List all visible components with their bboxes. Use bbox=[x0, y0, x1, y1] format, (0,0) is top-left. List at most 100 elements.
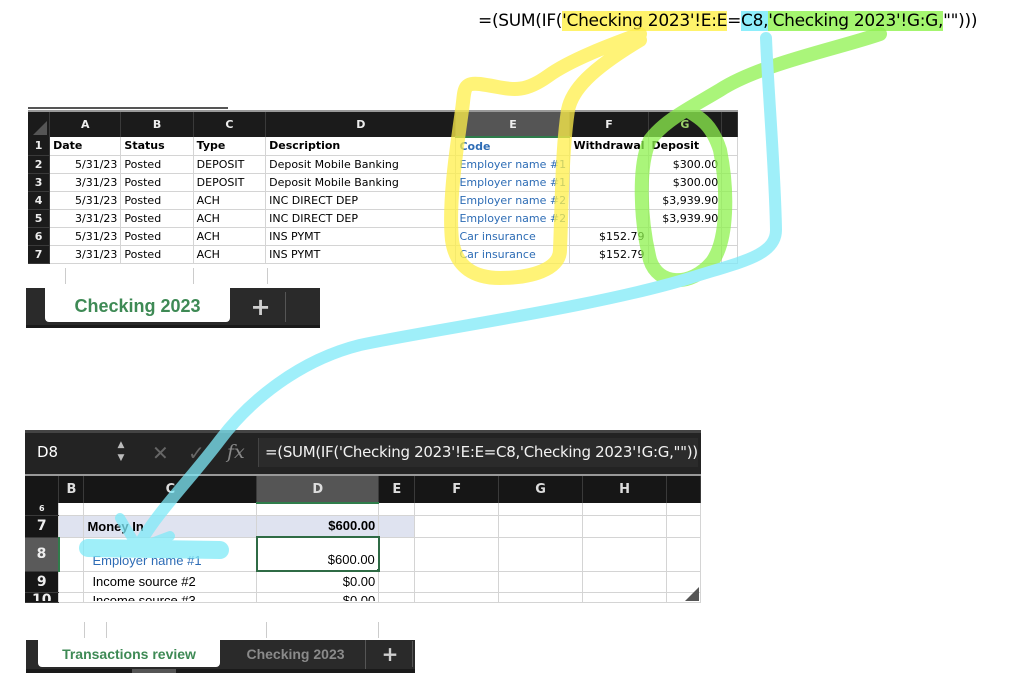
cell-header-type[interactable]: Type bbox=[193, 137, 267, 156]
cell-deposit[interactable] bbox=[648, 245, 723, 264]
cell-money-in-label[interactable]: Money In bbox=[83, 515, 258, 538]
cell-date[interactable]: 5/31/23 bbox=[49, 155, 122, 174]
cell-status[interactable]: Posted bbox=[120, 191, 194, 210]
row-header[interactable]: 9 bbox=[25, 571, 60, 593]
row-header[interactable]: 8 bbox=[25, 537, 60, 572]
column-header-c[interactable]: C bbox=[193, 110, 267, 137]
cell-money-in-total[interactable]: $600.00 bbox=[256, 515, 380, 538]
cell-income-source[interactable]: Income source #2 bbox=[83, 571, 258, 593]
cell-income-value[interactable]: $0.00 bbox=[256, 571, 380, 593]
column-header-g[interactable]: G bbox=[498, 474, 584, 503]
column-header-d[interactable]: D bbox=[265, 110, 457, 137]
cell-status[interactable]: Posted bbox=[120, 173, 194, 192]
column-header-e[interactable]: E bbox=[378, 474, 416, 503]
cell-deposit[interactable]: $300.00 bbox=[648, 173, 723, 192]
cell[interactable] bbox=[721, 209, 738, 228]
cell-withdrawal[interactable] bbox=[569, 191, 649, 210]
cell-type[interactable]: DEPOSIT bbox=[193, 173, 267, 192]
cell-header-deposit[interactable]: Deposit bbox=[648, 137, 723, 156]
cell-description[interactable]: INS PYMT bbox=[265, 227, 457, 246]
selected-cell-d8[interactable]: $600.00 bbox=[255, 536, 380, 572]
cell-description[interactable]: Deposit Mobile Banking bbox=[265, 173, 457, 192]
column-header-b[interactable]: B bbox=[58, 474, 85, 503]
row-header[interactable]: 6 bbox=[28, 227, 51, 246]
cell[interactable] bbox=[721, 137, 738, 156]
row-header[interactable]: 2 bbox=[28, 155, 51, 174]
column-header-f[interactable]: F bbox=[569, 110, 649, 137]
column-header-d[interactable]: D bbox=[256, 474, 380, 504]
cell[interactable] bbox=[666, 515, 702, 538]
cell[interactable] bbox=[721, 191, 738, 210]
column-header-c[interactable]: C bbox=[83, 474, 258, 503]
cell-header-date[interactable]: Date bbox=[49, 137, 122, 156]
cell-date[interactable]: 5/31/23 bbox=[49, 191, 122, 210]
cell[interactable] bbox=[58, 537, 85, 572]
cell[interactable] bbox=[582, 571, 667, 593]
cell-withdrawal[interactable] bbox=[569, 209, 649, 228]
formula-input[interactable]: =(SUM(IF('Checking 2023'!E:E=C8,'Checkin… bbox=[258, 438, 698, 467]
row-header[interactable]: 4 bbox=[28, 191, 51, 210]
cell[interactable] bbox=[498, 592, 584, 603]
cell-description[interactable]: INC DIRECT DEP bbox=[265, 191, 457, 210]
column-header-g[interactable]: G bbox=[648, 110, 723, 137]
cell-date[interactable]: 3/31/23 bbox=[49, 173, 122, 192]
cell[interactable] bbox=[721, 227, 738, 246]
cell-description[interactable]: INC DIRECT DEP bbox=[265, 209, 457, 228]
cell-deposit[interactable]: $300.00 bbox=[648, 155, 723, 174]
cell[interactable] bbox=[414, 503, 500, 516]
cell[interactable] bbox=[378, 537, 416, 572]
confirm-icon[interactable]: ✓ bbox=[188, 441, 205, 465]
cell-code[interactable]: Car insurance bbox=[455, 227, 571, 246]
cell[interactable] bbox=[58, 515, 85, 538]
cell-description[interactable]: INS PYMT bbox=[265, 245, 457, 264]
cell-type[interactable]: ACH bbox=[193, 191, 267, 210]
cancel-icon[interactable]: ✕ bbox=[152, 441, 169, 465]
cell-type[interactable]: ACH bbox=[193, 245, 267, 264]
cell-status[interactable]: Posted bbox=[120, 155, 194, 174]
name-box-stepper[interactable]: ▲ ▼ bbox=[115, 439, 127, 465]
cell[interactable] bbox=[83, 503, 258, 516]
add-sheet-button[interactable]: + bbox=[368, 641, 413, 667]
cell[interactable] bbox=[721, 245, 738, 264]
select-all-corner[interactable] bbox=[25, 474, 699, 601]
cell-type[interactable]: ACH bbox=[193, 227, 267, 246]
cell-code[interactable]: Employer name #1 bbox=[455, 173, 571, 192]
cell[interactable] bbox=[414, 592, 500, 603]
column-header-h[interactable]: H bbox=[582, 474, 667, 503]
cell[interactable] bbox=[582, 537, 667, 572]
cell-status[interactable]: Posted bbox=[120, 227, 194, 246]
cell-date[interactable]: 3/31/23 bbox=[49, 245, 122, 264]
row-header[interactable]: 5 bbox=[28, 209, 51, 228]
cell[interactable] bbox=[666, 503, 702, 516]
cell-code[interactable]: Employer name #1 bbox=[455, 155, 571, 174]
cell[interactable] bbox=[498, 515, 584, 538]
cell[interactable] bbox=[378, 503, 416, 516]
cell[interactable] bbox=[582, 503, 667, 516]
column-header-a[interactable]: A bbox=[49, 110, 122, 137]
cell-withdrawal[interactable] bbox=[569, 155, 649, 174]
column-header-e[interactable]: E bbox=[455, 110, 571, 138]
cell[interactable] bbox=[582, 592, 667, 603]
cell-type[interactable]: ACH bbox=[193, 209, 267, 228]
cell-status[interactable]: Posted bbox=[120, 245, 194, 264]
cell[interactable] bbox=[666, 537, 702, 572]
cell-code[interactable]: Car insurance bbox=[455, 245, 571, 264]
cell-withdrawal[interactable]: $152.79 bbox=[569, 245, 649, 264]
cell-income-value[interactable]: $0.00 bbox=[256, 592, 380, 603]
cell[interactable] bbox=[378, 515, 416, 538]
cell[interactable] bbox=[58, 592, 85, 603]
row-header[interactable]: 6 bbox=[25, 503, 60, 516]
cell[interactable] bbox=[378, 571, 416, 593]
cell-date[interactable]: 5/31/23 bbox=[49, 227, 122, 246]
cell[interactable] bbox=[378, 592, 416, 603]
insert-function-icon[interactable]: fx bbox=[227, 441, 245, 463]
cell-deposit[interactable] bbox=[648, 227, 723, 246]
column-header-h[interactable] bbox=[721, 110, 738, 137]
row-header[interactable]: 3 bbox=[28, 173, 51, 192]
cell[interactable] bbox=[414, 537, 500, 572]
cell-deposit[interactable]: $3,939.90 bbox=[648, 209, 723, 228]
cell[interactable] bbox=[582, 515, 667, 538]
fill-handle[interactable] bbox=[375, 568, 377, 569]
cell-status[interactable]: Posted bbox=[120, 209, 194, 228]
cell-code[interactable]: Employer name #2 bbox=[455, 191, 571, 210]
